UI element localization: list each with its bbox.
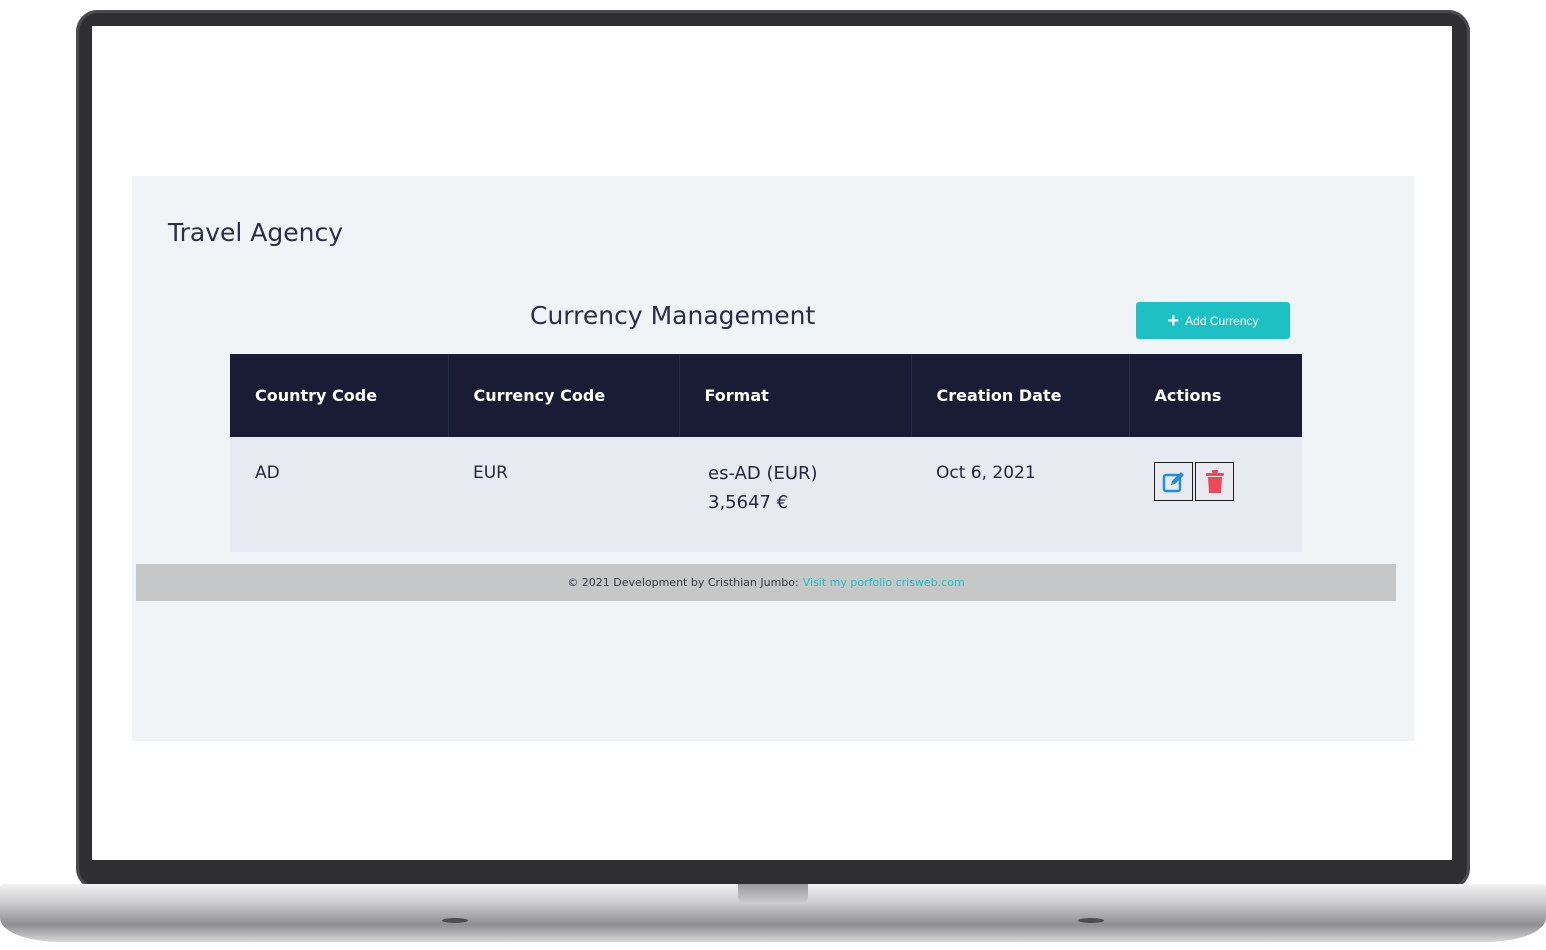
footer-copyright: © 2021 Development by Cristhian Jumbo: xyxy=(567,576,799,589)
laptop-foot xyxy=(442,918,468,923)
add-currency-label: Add Currency xyxy=(1185,313,1259,328)
plus-icon: + xyxy=(1167,309,1180,332)
cell-creation-date: Oct 6, 2021 xyxy=(936,463,1036,483)
table-header-row: Country Code Currency Code Format Creati… xyxy=(230,354,1302,437)
column-header-creation-date: Creation Date xyxy=(911,354,1130,437)
laptop-notch xyxy=(738,884,808,904)
delete-button[interactable] xyxy=(1195,462,1234,501)
app-container: Travel Agency Currency Management + Add … xyxy=(132,176,1414,741)
cell-format: es-AD (EUR) 3,5647 € xyxy=(679,437,911,552)
format-locale: es-AD (EUR) xyxy=(708,463,818,484)
column-header-currency-code: Currency Code xyxy=(448,354,680,437)
edit-icon xyxy=(1162,471,1184,492)
edit-button[interactable] xyxy=(1154,462,1193,501)
format-example: 3,5647 € xyxy=(708,492,789,513)
page-title: Currency Management xyxy=(530,301,816,330)
column-header-format: Format xyxy=(679,354,912,437)
trash-icon xyxy=(1205,469,1224,493)
cell-actions xyxy=(1129,437,1302,552)
column-header-actions: Actions xyxy=(1154,386,1222,405)
laptop-foot xyxy=(1078,918,1104,923)
row-actions xyxy=(1154,462,1302,501)
currency-table: Country Code Currency Code Format Creati… xyxy=(230,354,1302,552)
footer-portfolio-link[interactable]: Visit my porfolio crisweb.com xyxy=(803,576,965,589)
cell-country-code: AD xyxy=(255,463,280,483)
brand-title[interactable]: Travel Agency xyxy=(168,218,343,247)
column-header-country-code: Country Code xyxy=(230,354,449,437)
cell-currency-code: EUR xyxy=(473,463,508,483)
currency-table-wrapper: Country Code Currency Code Format Creati… xyxy=(230,354,1302,552)
add-currency-button[interactable]: + Add Currency xyxy=(1136,302,1290,339)
page-footer: © 2021 Development by Cristhian Jumbo: V… xyxy=(136,564,1396,601)
table-row: AD EUR es-AD (EUR) 3,5647 € Oct 6, 2021 xyxy=(230,437,1302,552)
